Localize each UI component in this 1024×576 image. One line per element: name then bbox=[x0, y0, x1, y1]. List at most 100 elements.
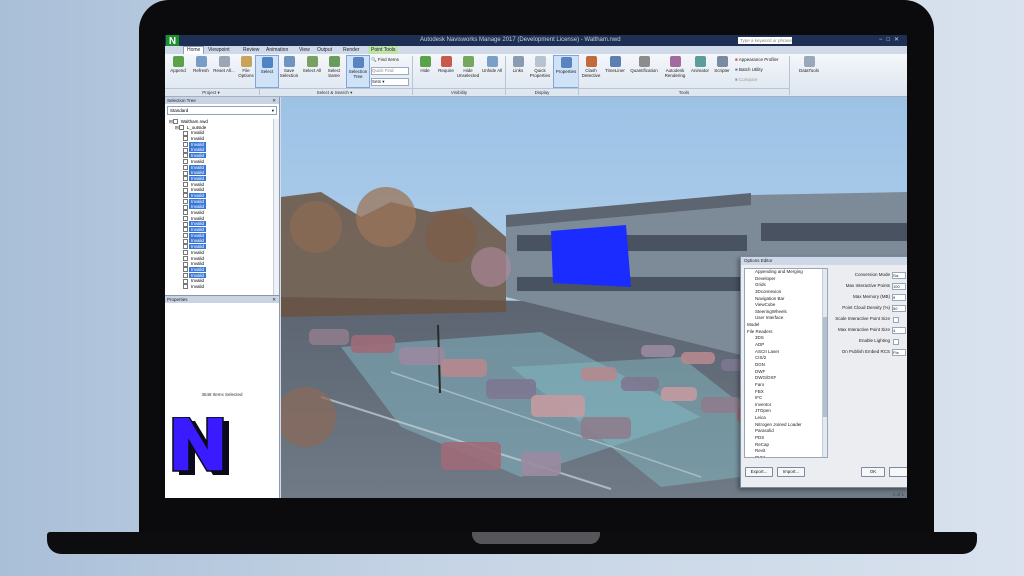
ok-button[interactable]: OK bbox=[861, 467, 885, 477]
append-button[interactable]: Append bbox=[167, 55, 189, 86]
autodesk-rendering-button[interactable]: Autodesk Rendering bbox=[661, 55, 689, 86]
option-value-field[interactable]: 9 bbox=[892, 294, 906, 301]
select-same-button[interactable]: Select Same bbox=[323, 55, 345, 86]
tree-item[interactable]: Invalid bbox=[169, 284, 273, 290]
options-tree-item[interactable]: File Readers bbox=[745, 329, 827, 336]
options-tree-item[interactable]: DWG/DXF bbox=[745, 375, 827, 382]
tab-render[interactable]: Render bbox=[343, 46, 359, 54]
options-tree-item[interactable]: Revit bbox=[745, 448, 827, 455]
option-value-field[interactable]: Fla bbox=[892, 349, 906, 356]
options-tree-item[interactable]: Leica bbox=[745, 415, 827, 422]
quick-properties-button[interactable]: Quick Properties bbox=[527, 55, 553, 86]
option-value-field[interactable]: Siz bbox=[892, 272, 906, 279]
options-tree-item[interactable]: RVM bbox=[745, 455, 827, 457]
selected-facade-points[interactable] bbox=[551, 225, 631, 287]
option-checkbox[interactable] bbox=[893, 317, 899, 323]
tab-review[interactable]: Review bbox=[243, 46, 259, 54]
options-tree-item[interactable]: Inventor bbox=[745, 402, 827, 409]
tab-animation[interactable]: Animation bbox=[266, 46, 288, 54]
appearance-profiler-button[interactable]: ■ Appearance Profiler bbox=[735, 57, 779, 62]
quick-find-input[interactable]: Quick Find bbox=[371, 67, 409, 75]
option-row: Point Cloud Density (%) 50 bbox=[829, 304, 907, 312]
options-tree-item[interactable]: Developer bbox=[745, 276, 827, 283]
links-button[interactable]: Links bbox=[507, 55, 529, 86]
tab-viewpoint[interactable]: Viewpoint bbox=[208, 46, 230, 54]
3d-viewport[interactable]: Options Editor Appending and Merging Deve… bbox=[281, 97, 907, 498]
tab-output[interactable]: Output bbox=[317, 46, 332, 54]
cancel-button[interactable] bbox=[889, 467, 907, 477]
tab-point-tools[interactable]: Point Tools bbox=[368, 46, 399, 54]
options-tree-item[interactable]: DWF bbox=[745, 369, 827, 376]
tree-mode-dropdown[interactable]: Standard ▾ bbox=[167, 106, 277, 115]
file-options-button[interactable]: File Options bbox=[235, 55, 257, 86]
options-tree-item[interactable]: ReCap bbox=[745, 442, 827, 449]
hide-unselected-button[interactable]: Hide Unselected bbox=[455, 55, 481, 86]
options-tree-item[interactable]: JTOpen bbox=[745, 408, 827, 415]
options-tree-item[interactable]: FBX bbox=[745, 389, 827, 396]
options-tree-item[interactable]: Grids bbox=[745, 282, 827, 289]
tab-view[interactable]: View bbox=[299, 46, 310, 54]
close-icon[interactable]: ✕ bbox=[272, 296, 276, 303]
point-cloud-icon bbox=[183, 170, 188, 176]
sets-dropdown[interactable]: Sets ▾ bbox=[371, 78, 409, 86]
scrollbar-thumb[interactable] bbox=[823, 317, 827, 417]
options-tree-item[interactable]: Parasolid bbox=[745, 428, 827, 435]
scrollbar[interactable] bbox=[822, 269, 827, 457]
options-tree-item[interactable]: CIS/2 bbox=[745, 355, 827, 362]
point-cloud-icon bbox=[183, 153, 188, 159]
options-tree-item[interactable]: Navigation Bar bbox=[745, 296, 827, 303]
properties-button[interactable]: Properties bbox=[553, 55, 579, 88]
file-icon bbox=[172, 119, 178, 125]
datatools-button[interactable]: DataTools bbox=[796, 55, 822, 86]
hide-button[interactable]: Hide bbox=[414, 55, 436, 86]
options-tree-item[interactable]: DGN bbox=[745, 362, 827, 369]
select-button[interactable]: Select bbox=[255, 55, 279, 88]
option-checkbox[interactable] bbox=[893, 339, 899, 345]
options-tree-item[interactable]: Faro bbox=[745, 382, 827, 389]
options-tree-item[interactable]: ADP bbox=[745, 342, 827, 349]
selection-tree-button[interactable]: Selection Tree bbox=[346, 55, 370, 88]
save-selection-button[interactable]: Save Selection bbox=[278, 55, 300, 86]
clash-detective-button[interactable]: Clash Detective bbox=[579, 55, 603, 86]
options-tree-item[interactable]: ASCII Laser bbox=[745, 349, 827, 356]
parked-car bbox=[661, 387, 697, 401]
clash-icon bbox=[585, 56, 597, 67]
options-tree-item[interactable]: User Interface bbox=[745, 315, 827, 322]
options-tree-item[interactable]: 3Dconnexion bbox=[745, 289, 827, 296]
close-icon[interactable]: ✕ bbox=[894, 37, 903, 43]
options-tree-item[interactable]: PDS bbox=[745, 435, 827, 442]
close-icon[interactable]: ✕ bbox=[272, 97, 276, 104]
export-button[interactable]: Export... bbox=[745, 467, 773, 477]
scrollbar[interactable] bbox=[273, 119, 279, 295]
find-items-button[interactable]: 🔍 Find Items bbox=[371, 57, 399, 63]
animator-button[interactable]: Animator bbox=[689, 55, 711, 86]
options-tree-item[interactable]: Appending and Merging bbox=[745, 269, 827, 276]
maximize-icon[interactable]: □ bbox=[886, 37, 894, 43]
window-controls[interactable]: −□✕ bbox=[879, 35, 903, 46]
unhide-all-button[interactable]: Unhide All bbox=[481, 55, 503, 86]
import-button[interactable]: Import... bbox=[777, 467, 805, 477]
option-value-field[interactable]: 4 bbox=[892, 327, 906, 334]
refresh-button[interactable]: Refresh bbox=[190, 55, 212, 86]
scripter-button[interactable]: Scripter bbox=[711, 55, 733, 86]
compare-button[interactable]: ■ Compare bbox=[735, 77, 758, 82]
group-label-project[interactable]: Project ▾ bbox=[165, 88, 257, 96]
batch-utility-button[interactable]: ■ Batch Utility bbox=[735, 67, 763, 72]
require-button[interactable]: Require bbox=[435, 55, 457, 86]
options-tree-item[interactable]: 3DS bbox=[745, 335, 827, 342]
option-value-field[interactable]: 50 bbox=[892, 305, 906, 312]
options-tree-item[interactable]: SteeringWheels bbox=[745, 309, 827, 316]
reset-all-button[interactable]: Reset All... bbox=[213, 55, 235, 86]
options-tree-item[interactable]: Model bbox=[745, 322, 827, 329]
quantification-button[interactable]: Quantification bbox=[627, 55, 661, 86]
group-label-select-search[interactable]: Select & Search ▾ bbox=[257, 88, 412, 96]
options-tree-item[interactable]: ViewCube bbox=[745, 302, 827, 309]
search-input[interactable]: Type a keyword or phrase bbox=[738, 37, 792, 44]
option-value-field[interactable]: 100 bbox=[892, 283, 906, 290]
select-all-button[interactable]: Select All bbox=[301, 55, 323, 86]
select-all-icon bbox=[306, 56, 318, 67]
timeliner-button[interactable]: TimeLiner bbox=[603, 55, 627, 86]
options-tree-item[interactable]: IFC bbox=[745, 395, 827, 402]
tab-home[interactable]: Home bbox=[183, 46, 205, 54]
options-tree-item[interactable]: Nitrogen Joined Loader bbox=[745, 422, 827, 429]
